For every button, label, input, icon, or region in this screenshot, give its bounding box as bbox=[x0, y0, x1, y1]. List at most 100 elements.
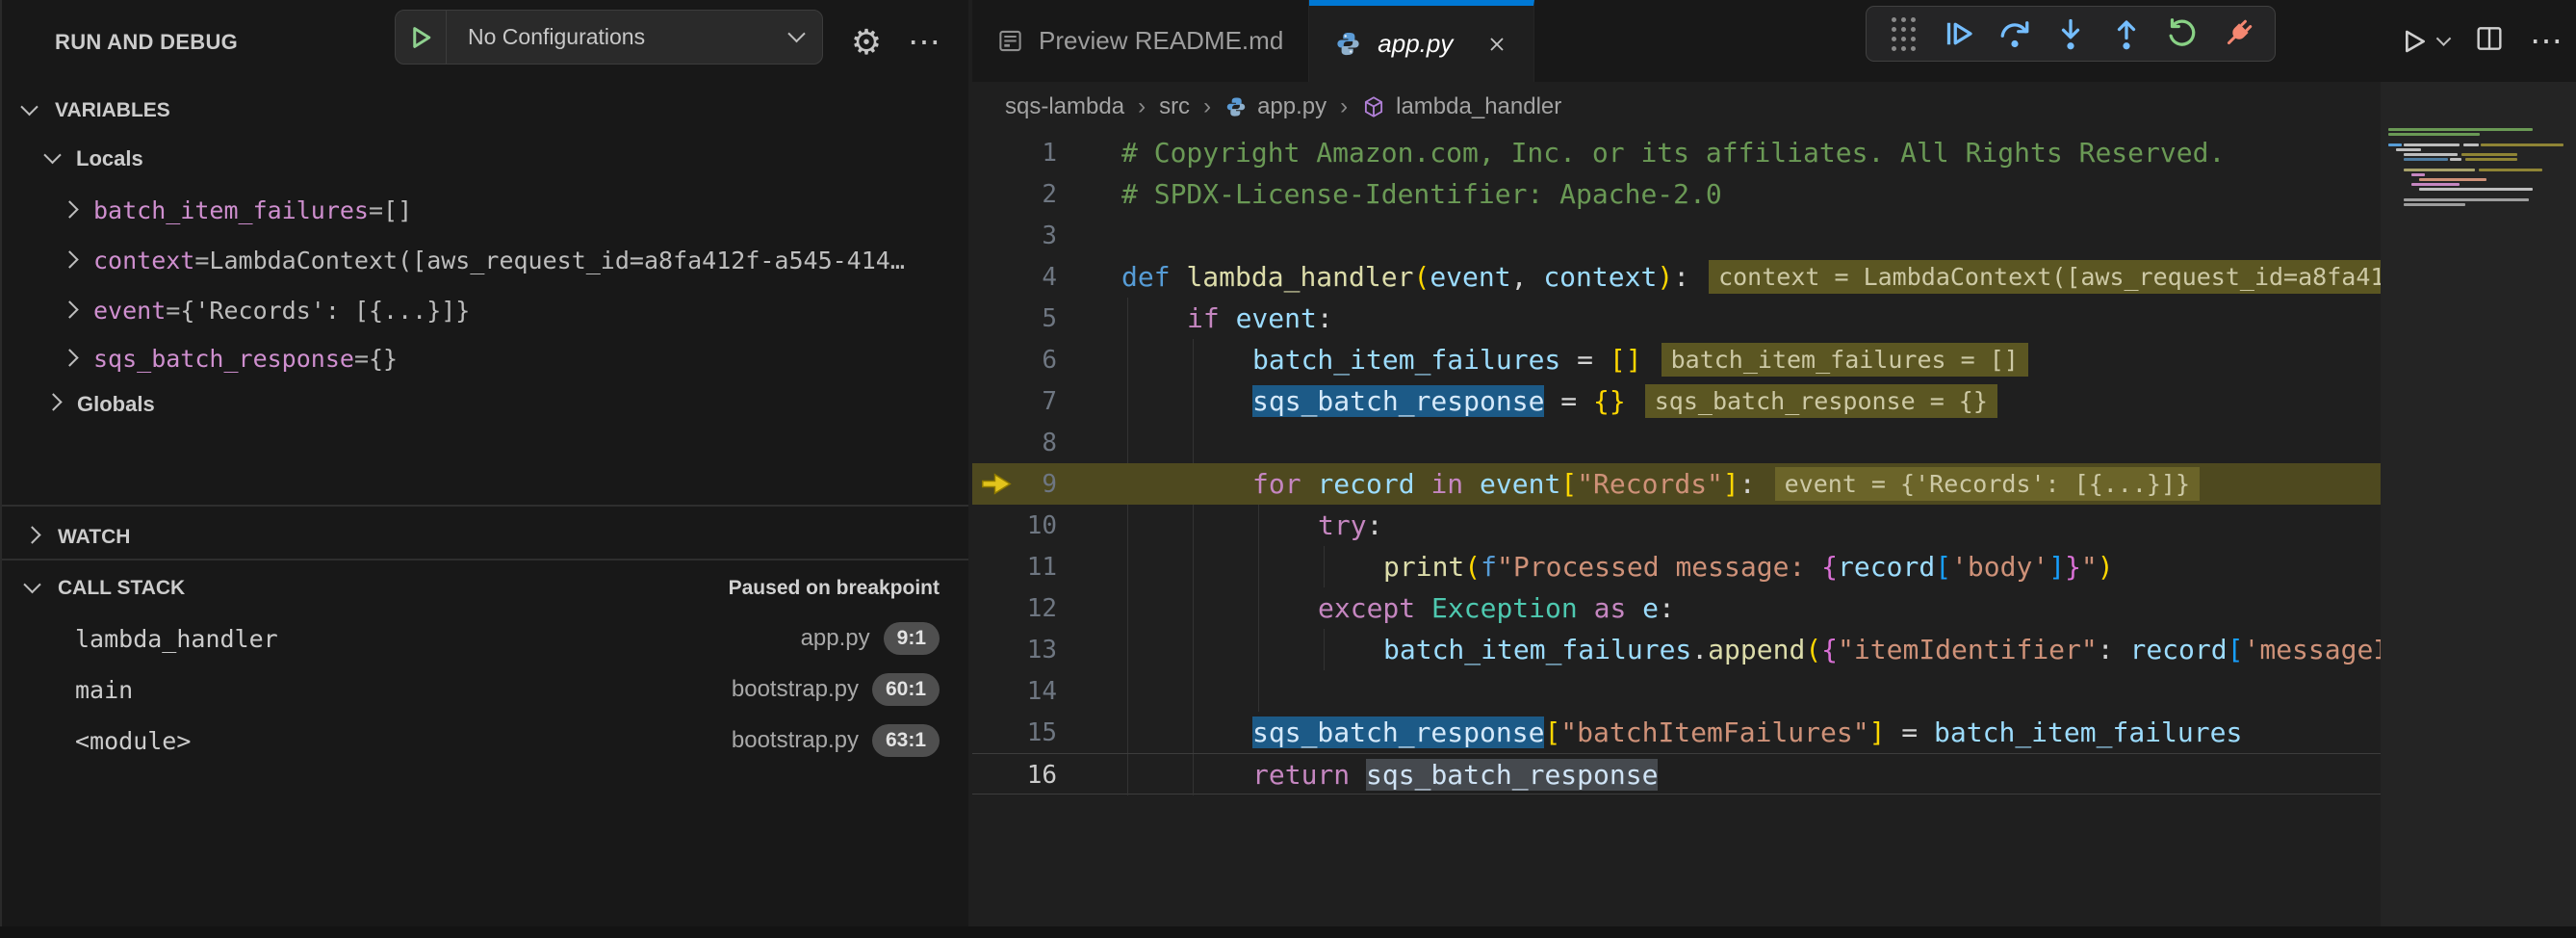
variable-row[interactable]: sqs_batch_response = {} bbox=[2, 339, 968, 378]
tab-label: app.py bbox=[1378, 29, 1453, 59]
minimap-line bbox=[2411, 173, 2425, 176]
code-line-content: # SPDX-License-Identifier: Apache-2.0 bbox=[1121, 173, 1722, 215]
call-stack-frame[interactable]: lambda_handlerapp.py9:1 bbox=[2, 616, 968, 661]
breadcrumb-item[interactable]: src bbox=[1159, 93, 1190, 120]
code-line[interactable]: 10try: bbox=[972, 505, 2381, 546]
code-line[interactable]: 6batch_item_failures = []batch_item_fail… bbox=[972, 339, 2381, 380]
line-number: 14 bbox=[972, 670, 1057, 712]
chevron-right-icon bbox=[26, 529, 39, 546]
variable-value: LambdaContext([aws_request_id=a8fa412f-a… bbox=[209, 247, 904, 274]
code-line[interactable]: 3 bbox=[972, 215, 2381, 256]
locals-group[interactable]: Locals bbox=[2, 141, 968, 177]
code-line[interactable]: 2 # SPDX-License-Identifier: Apache-2.0 bbox=[972, 173, 2381, 215]
variable-row[interactable]: context = LambdaContext([aws_request_id=… bbox=[2, 241, 968, 279]
variable-name: event bbox=[93, 297, 166, 325]
minimap-line bbox=[2463, 143, 2479, 146]
chevron-right-icon bbox=[64, 201, 76, 220]
code-line[interactable]: 15sqs_batch_response["batchItemFailures"… bbox=[972, 712, 2381, 753]
variable-row[interactable]: batch_item_failures = [] bbox=[2, 191, 968, 229]
globals-group[interactable]: Globals bbox=[2, 385, 968, 424]
code-line[interactable]: 12except Exception as e: bbox=[972, 587, 2381, 629]
symbol-method-icon bbox=[1361, 94, 1386, 119]
debug-inline-value: batch_item_failures = [] bbox=[1662, 343, 2028, 377]
variable-row[interactable]: event = {'Records': [{...}]} bbox=[2, 291, 968, 329]
call-stack-frame[interactable]: mainbootstrap.py60:1 bbox=[2, 667, 968, 712]
code-line-content: batch_item_failures.append({"itemIdentif… bbox=[1383, 629, 2381, 670]
indent-guide bbox=[1127, 629, 1128, 670]
indent-guide bbox=[1127, 546, 1128, 587]
more-actions-icon[interactable]: ⋯ bbox=[899, 0, 949, 85]
frame-position-badge: 9:1 bbox=[884, 622, 940, 655]
code-line[interactable]: 5if event: bbox=[972, 298, 2381, 339]
line-number: 15 bbox=[972, 712, 1057, 753]
indent-guide bbox=[1127, 505, 1128, 546]
step-into-button[interactable] bbox=[2049, 13, 2092, 55]
call-stack-section-header[interactable]: CALL STACK Paused on breakpoint bbox=[2, 568, 968, 609]
debug-config-dropdown[interactable]: No Configurations bbox=[395, 10, 823, 65]
gear-icon[interactable]: ⚙ bbox=[841, 0, 891, 85]
call-stack-frame[interactable]: <module>bootstrap.py63:1 bbox=[2, 718, 968, 763]
disconnect-button[interactable] bbox=[2217, 13, 2259, 55]
code-line[interactable]: 11print(f"Processed message: {record['bo… bbox=[972, 546, 2381, 587]
debug-start-icon[interactable] bbox=[396, 11, 447, 64]
split-editor-icon[interactable] bbox=[2474, 23, 2505, 59]
run-python-file-button[interactable] bbox=[2398, 26, 2449, 57]
indent-guide bbox=[1324, 546, 1325, 587]
breadcrumb: sqs-lambda › src › app.py › lambda_handl… bbox=[972, 82, 2576, 132]
chevron-down-icon[interactable] bbox=[2438, 33, 2449, 50]
line-number: 10 bbox=[972, 505, 1057, 546]
breadcrumb-separator: › bbox=[1203, 93, 1211, 120]
step-over-button[interactable] bbox=[1994, 13, 2036, 55]
watch-section-header[interactable]: WATCH bbox=[2, 518, 968, 557]
code-line[interactable]: 14 bbox=[972, 670, 2381, 712]
breadcrumb-item[interactable]: lambda_handler bbox=[1396, 93, 1561, 120]
close-icon[interactable] bbox=[1485, 33, 1508, 56]
code-line[interactable]: 7sqs_batch_response = {}sqs_batch_respon… bbox=[972, 380, 2381, 422]
code-line-content: if event: bbox=[1187, 298, 1333, 339]
indent-guide bbox=[1127, 339, 1128, 380]
code-line-content: for record in event["Records"]:event = {… bbox=[1252, 463, 2200, 505]
code-line-content: batch_item_failures = []batch_item_failu… bbox=[1252, 339, 2028, 380]
section-divider bbox=[2, 559, 968, 560]
sidebar-title: RUN AND DEBUG bbox=[55, 0, 238, 85]
python-icon bbox=[1334, 30, 1362, 58]
indent-guide bbox=[1193, 380, 1194, 422]
frame-file: bootstrap.py bbox=[732, 727, 859, 754]
more-actions-icon[interactable]: ⋯ bbox=[2530, 25, 2563, 58]
breadcrumb-item[interactable]: app.py bbox=[1257, 93, 1327, 120]
chevron-down-icon bbox=[26, 580, 39, 597]
minimap[interactable] bbox=[2381, 82, 2576, 926]
code-line[interactable]: 4def lambda_handler(event, context):cont… bbox=[972, 256, 2381, 298]
minimap-line bbox=[2404, 198, 2529, 201]
minimap-line bbox=[2388, 143, 2402, 146]
code-line[interactable]: 13batch_item_failures.append({"itemIdent… bbox=[972, 629, 2381, 670]
minimap-line bbox=[2404, 169, 2475, 171]
restart-button[interactable] bbox=[2161, 13, 2203, 55]
variables-section-header[interactable]: VARIABLES bbox=[2, 92, 968, 129]
tab-preview-readme[interactable]: Preview README.md bbox=[972, 0, 1309, 82]
code-line[interactable]: 16return sqs_batch_response bbox=[972, 753, 2381, 795]
code-line[interactable]: 8 bbox=[972, 422, 2381, 463]
code-editor[interactable]: 1# Copyright Amazon.com, Inc. or its aff… bbox=[972, 132, 2381, 926]
continue-button[interactable] bbox=[1938, 13, 1980, 55]
debug-inline-value: event = {'Records': [{...}]} bbox=[1775, 467, 2200, 501]
line-number: 2 bbox=[972, 173, 1057, 215]
minimap-line bbox=[2479, 169, 2542, 171]
step-out-button[interactable] bbox=[2105, 13, 2148, 55]
code-line-content: return sqs_batch_response bbox=[1252, 754, 1658, 795]
indent-guide bbox=[1193, 422, 1194, 463]
window-bottom-edge bbox=[0, 926, 2576, 938]
indent-guide bbox=[1193, 629, 1194, 670]
breadcrumb-item[interactable]: sqs-lambda bbox=[1005, 93, 1124, 120]
indent-guide bbox=[1193, 587, 1194, 629]
minimap-line bbox=[2465, 158, 2517, 161]
code-line[interactable]: 1# Copyright Amazon.com, Inc. or its aff… bbox=[972, 132, 2381, 173]
tab-app-py[interactable]: app.py bbox=[1309, 0, 1534, 82]
variable-name: sqs_batch_response bbox=[93, 345, 354, 373]
gripper-icon[interactable] bbox=[1882, 13, 1924, 55]
chevron-down-icon bbox=[46, 150, 59, 168]
minimap-line bbox=[2404, 143, 2460, 146]
code-line[interactable]: 9for record in event["Records"]:event = … bbox=[972, 463, 2381, 505]
chevron-right-icon bbox=[64, 350, 76, 368]
editor-group: Preview README.md app.py bbox=[972, 0, 2576, 938]
